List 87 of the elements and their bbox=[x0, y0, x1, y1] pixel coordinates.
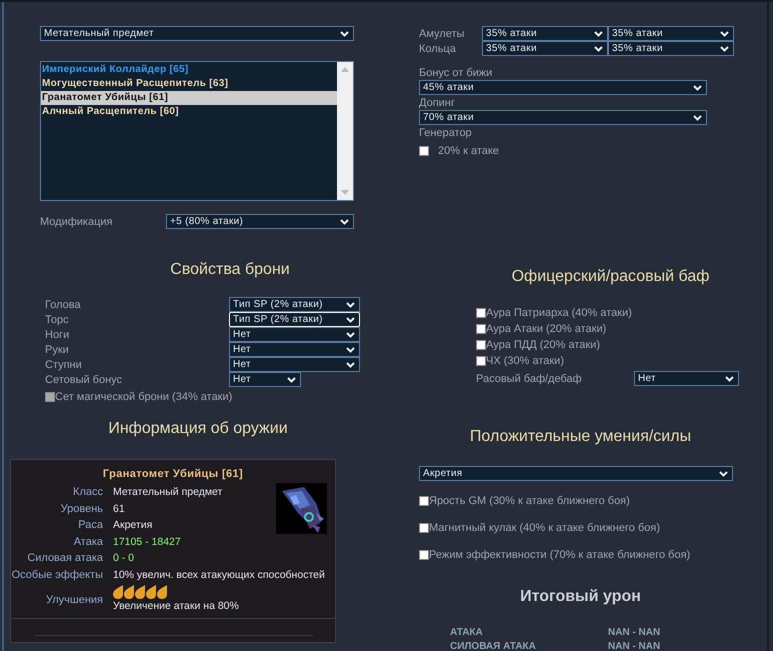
dropdown[interactable]: Нет bbox=[229, 357, 360, 372]
checkbox-label: Аура ПДД (20% атаки) bbox=[486, 338, 600, 350]
checkbox[interactable] bbox=[476, 356, 486, 366]
field-label: Особые эффекты bbox=[11, 568, 103, 582]
field-label: Атака bbox=[72, 534, 103, 548]
field-label: Раса bbox=[77, 518, 103, 532]
field-value: 61 bbox=[113, 502, 126, 516]
flame-icon bbox=[146, 585, 156, 599]
chevron-down-icon bbox=[719, 470, 728, 476]
dropdown[interactable]: Нет bbox=[229, 342, 360, 357]
checkbox[interactable] bbox=[419, 146, 429, 156]
flame-icon bbox=[124, 585, 134, 599]
field-label: Класс bbox=[72, 485, 103, 499]
section-title: Информация об оружии bbox=[107, 419, 289, 439]
field-label: Силовая атака bbox=[26, 551, 103, 565]
field-label: Сетовый бонус bbox=[45, 372, 124, 386]
checkbox-label: Сет магической брони (34% атаки) bbox=[55, 390, 232, 404]
field-value: Акретия bbox=[113, 518, 154, 532]
chevron-down-icon bbox=[693, 84, 702, 90]
field-label: Амулеты bbox=[419, 26, 466, 40]
field-value: 17105 - 18427 bbox=[113, 534, 182, 548]
checkbox[interactable] bbox=[419, 522, 429, 532]
field-label: Улучшения bbox=[44, 593, 103, 608]
checkbox[interactable] bbox=[419, 550, 429, 560]
checkbox-label: Аура Атаки (20% атаки) bbox=[486, 322, 606, 334]
field-label: Уровень bbox=[60, 502, 103, 516]
upgrade-description: Увеличение атаки на 80% bbox=[113, 599, 240, 613]
field-label: Модификация bbox=[40, 214, 114, 228]
list-item[interactable]: Империский Коллайдер [65] bbox=[41, 63, 337, 77]
field-label: Ноги bbox=[45, 328, 70, 340]
dropdown[interactable]: 70% атаки bbox=[419, 110, 707, 125]
checkbox-label: Магнитный кулак (40% к атаке ближнего боя) bbox=[429, 522, 660, 534]
dropdown[interactable]: 35% атаки bbox=[482, 26, 608, 41]
dropdown[interactable]: 35% атаки bbox=[608, 26, 734, 41]
chevron-down-icon bbox=[287, 376, 296, 382]
field-label: Допинг bbox=[419, 96, 456, 110]
checkbox-label: Аура Патриарха (40% атаки) bbox=[486, 306, 632, 318]
dropdown[interactable]: 35% атаки bbox=[608, 41, 734, 56]
weapon-list[interactable]: Империский Коллайдер [65] Могущественный Расщепитель [63] Гранатомет Убийцы [61] Алчный Расщепитель [60] bbox=[40, 61, 354, 201]
list-item[interactable]: Могущественный Расщепитель [63] bbox=[41, 77, 337, 91]
checkbox-label: Ярость GM (30% к атаке ближнего боя) bbox=[429, 494, 630, 506]
checkbox-label: Режим эффективности (70% к атаке ближнего боя) bbox=[429, 548, 690, 560]
checkbox-label: ЧХ (30% атаки) bbox=[486, 354, 564, 366]
checkbox[interactable] bbox=[476, 324, 486, 334]
dropdown[interactable]: Нет bbox=[229, 327, 360, 342]
field-label: Торс bbox=[45, 314, 70, 326]
dropdown[interactable]: Акретия bbox=[419, 466, 733, 481]
dropdown[interactable]: Метательный предмет bbox=[40, 26, 354, 41]
section-title: Офицерский/расовый баф bbox=[510, 267, 710, 287]
field-value: 0 - 0 bbox=[113, 551, 136, 565]
checkbox[interactable] bbox=[476, 340, 486, 350]
field-label: Ступни bbox=[45, 358, 83, 370]
field-value: 10% увелич. всех атакующих способностей bbox=[113, 568, 326, 582]
result-label: СИЛОВАЯ АТАКА bbox=[450, 640, 537, 651]
dropdown[interactable]: Нет bbox=[229, 372, 301, 387]
dropdown[interactable]: 35% атаки bbox=[482, 41, 608, 56]
field-label: Генератор bbox=[419, 126, 473, 140]
chevron-down-icon bbox=[340, 30, 349, 36]
checkbox[interactable] bbox=[476, 308, 486, 318]
dropdown[interactable]: +5 (80% атаки) bbox=[166, 214, 354, 229]
result-value: NAN - NAN bbox=[608, 626, 662, 640]
result-value: NAN - NAN bbox=[608, 640, 662, 651]
section-title: Итоговый урон bbox=[519, 587, 642, 607]
flame-icon bbox=[157, 585, 167, 599]
field-label: Руки bbox=[45, 344, 70, 356]
checkbox-label: 20% к атаке bbox=[438, 144, 499, 158]
flame-icon bbox=[135, 585, 145, 599]
field-value: Метательный предмет bbox=[113, 485, 224, 499]
checkbox[interactable] bbox=[419, 496, 429, 506]
field-label: Голова bbox=[45, 298, 82, 310]
item-name: Гранатомет Убийцы [61] bbox=[102, 467, 244, 481]
dropdown[interactable]: 45% атаки bbox=[419, 80, 707, 95]
dropdown[interactable]: Нет bbox=[634, 371, 739, 386]
section-title: Положительные умения/силы bbox=[468, 427, 692, 447]
field-label: Кольца bbox=[419, 42, 457, 56]
chevron-down-icon bbox=[693, 114, 702, 120]
section-title: Свойства брони bbox=[169, 260, 291, 280]
result-label: АТАКА bbox=[450, 626, 484, 640]
list-item[interactable]: Гранатомет Убийцы [61] bbox=[41, 91, 337, 105]
field-label: Расовый баф/дебаф bbox=[476, 372, 583, 386]
dropdown[interactable]: Тип SP (2% атаки) bbox=[229, 297, 360, 312]
field-label: Бонус от бижи bbox=[419, 66, 494, 80]
chevron-down-icon bbox=[725, 376, 734, 382]
chevron-down-icon bbox=[340, 218, 349, 224]
dropdown[interactable]: Тип SP (2% атаки) bbox=[229, 312, 360, 327]
list-item[interactable]: Алчный Расщепитель [60] bbox=[41, 105, 337, 119]
flame-icon bbox=[113, 585, 123, 599]
